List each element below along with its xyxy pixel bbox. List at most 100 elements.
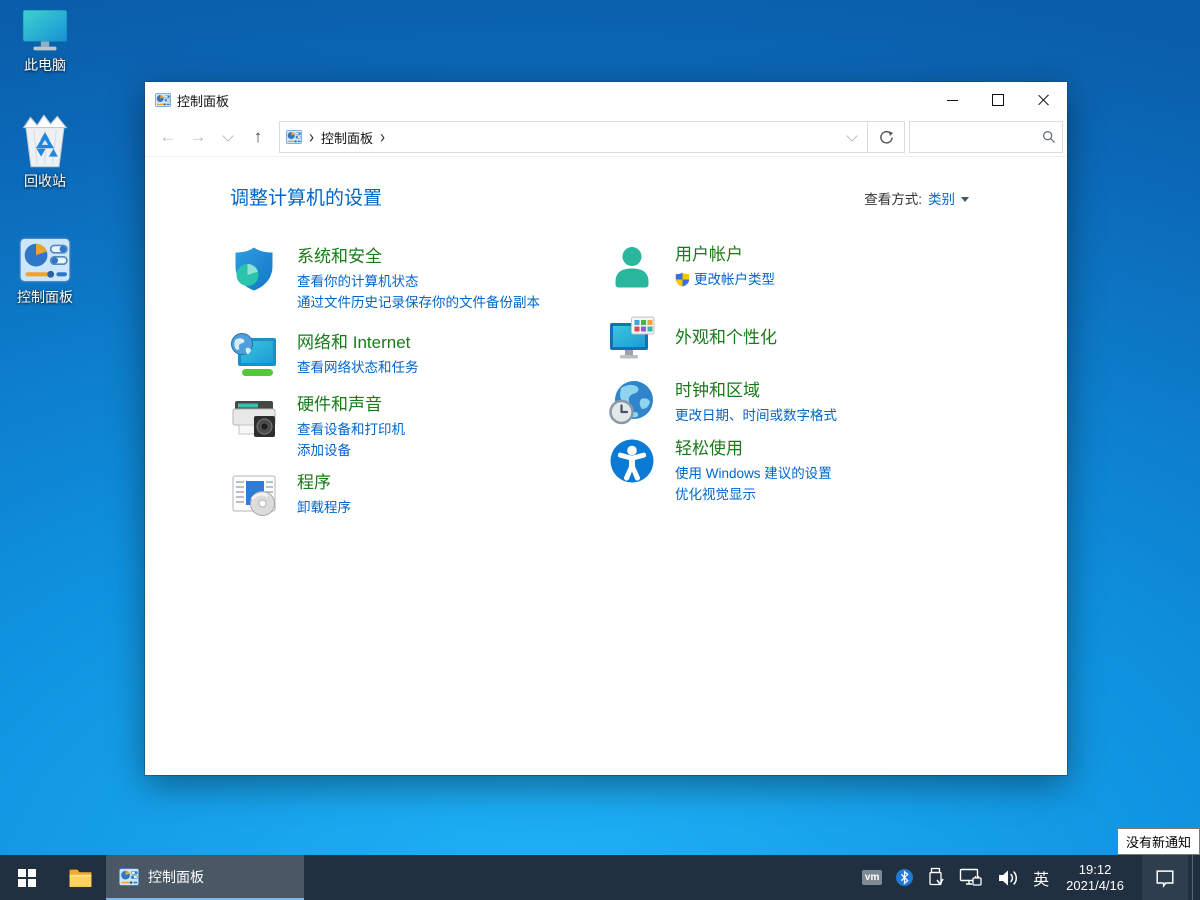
- windows-logo-icon: [18, 869, 36, 887]
- category-task-link[interactable]: 查看网络状态和任务: [297, 357, 419, 378]
- close-button[interactable]: [1021, 82, 1067, 118]
- hardware-sound-icon[interactable]: [230, 393, 278, 441]
- desktop-icon-control-panel[interactable]: 控制面板: [6, 234, 84, 306]
- desktop-icon-this-pc[interactable]: 此电脑: [6, 8, 84, 74]
- title-bar[interactable]: 控制面板: [145, 82, 1067, 118]
- breadcrumb-control-panel-icon: [286, 129, 302, 145]
- category-title[interactable]: 程序: [297, 472, 351, 494]
- page-title: 调整计算机的设置: [230, 183, 382, 210]
- category-task-link[interactable]: 更改日期、时间或数字格式: [675, 405, 837, 426]
- this-pc-icon: [19, 8, 71, 54]
- desktop-icon-recycle-bin[interactable]: 回收站: [6, 112, 84, 190]
- ease-of-access-icon[interactable]: [608, 437, 656, 485]
- search-input[interactable]: [916, 129, 1042, 146]
- ime-indicator: 英: [1033, 866, 1049, 890]
- taskbar-clock[interactable]: 19:12 2021/4/16: [1058, 862, 1132, 894]
- network-icon: [959, 868, 983, 888]
- recent-pages-button[interactable]: [213, 122, 243, 152]
- maximize-icon: [992, 94, 1004, 106]
- desktop: 此电脑 回收站 控制面板 控制面板: [0, 0, 1200, 900]
- back-button[interactable]: ←: [153, 122, 183, 152]
- usb-device-icon: [927, 867, 945, 889]
- uac-shield-icon: [675, 272, 690, 287]
- category-column-right: 用户帐户 更改帐户类型: [608, 243, 998, 505]
- recycle-bin-icon: [18, 112, 72, 170]
- category-title[interactable]: 轻松使用: [675, 438, 832, 460]
- search-icon[interactable]: [1042, 130, 1056, 144]
- system-security-icon[interactable]: [230, 245, 278, 293]
- breadcrumb-item[interactable]: 控制面板: [321, 128, 373, 147]
- clock-date: 2021/4/16: [1066, 878, 1124, 894]
- start-button[interactable]: [0, 855, 54, 900]
- file-explorer-button[interactable]: [54, 855, 106, 900]
- speaker-icon: [997, 868, 1019, 888]
- address-bar[interactable]: › 控制面板 ›: [279, 121, 868, 153]
- category-task-link-label: 更改帐户类型: [694, 269, 775, 290]
- desktop-icon-label: 此电脑: [6, 57, 84, 74]
- category-task-link[interactable]: 添加设备: [297, 440, 405, 461]
- category-hardware-sound: 硬件和声音 查看设备和打印机 添加设备: [230, 393, 602, 461]
- clock-region-icon[interactable]: [608, 379, 656, 427]
- view-by-label: 查看方式:: [864, 188, 922, 208]
- ime-language-button[interactable]: 英: [1028, 855, 1054, 900]
- show-desktop-button[interactable]: [1192, 855, 1198, 900]
- breadcrumb-separator-icon[interactable]: ›: [380, 127, 385, 147]
- refresh-button[interactable]: [868, 121, 905, 153]
- programs-icon[interactable]: [230, 471, 278, 519]
- minimize-button[interactable]: [929, 82, 975, 118]
- category-task-link[interactable]: 优化视觉显示: [675, 484, 832, 505]
- forward-icon: →: [190, 127, 207, 147]
- category-ease-of-access: 轻松使用 使用 Windows 建议的设置 优化视觉显示: [608, 437, 998, 505]
- category-programs: 程序 卸载程序: [230, 471, 602, 519]
- category-title[interactable]: 用户帐户: [675, 244, 775, 266]
- breadcrumb-separator-icon: ›: [309, 127, 314, 147]
- category-title[interactable]: 外观和个性化: [675, 327, 777, 349]
- maximize-button[interactable]: [975, 82, 1021, 118]
- usb-tray-button[interactable]: [922, 855, 950, 900]
- forward-button[interactable]: →: [183, 122, 213, 152]
- desktop-icon-label: 控制面板: [6, 289, 84, 306]
- taskbar: 控制面板 vm: [0, 855, 1200, 900]
- category-task-link[interactable]: 更改帐户类型: [675, 269, 775, 290]
- action-center-icon: [1154, 867, 1176, 889]
- action-center-button[interactable]: [1142, 855, 1188, 900]
- category-column-left: 系统和安全 查看你的计算机状态 通过文件历史记录保存你的文件备份副本 网: [230, 245, 602, 519]
- category-task-link[interactable]: 查看设备和打印机: [297, 419, 405, 440]
- category-title[interactable]: 时钟和区域: [675, 380, 837, 402]
- minimize-icon: [947, 100, 958, 101]
- file-explorer-icon: [68, 867, 93, 889]
- category-clock-region: 时钟和区域 更改日期、时间或数字格式: [608, 379, 998, 427]
- category-title[interactable]: 网络和 Internet: [297, 332, 419, 354]
- category-task-link[interactable]: 卸载程序: [297, 497, 351, 518]
- taskbar-task-control-panel[interactable]: 控制面板: [106, 855, 304, 900]
- task-label: 控制面板: [148, 867, 204, 887]
- category-task-link[interactable]: 使用 Windows 建议的设置: [675, 463, 832, 484]
- category-task-link[interactable]: 查看你的计算机状态: [297, 271, 540, 292]
- category-task-link[interactable]: 通过文件历史记录保存你的文件备份副本: [297, 292, 540, 313]
- control-panel-icon: [19, 234, 71, 286]
- desktop-icon-label: 回收站: [6, 173, 84, 190]
- navigation-toolbar: ← → ↑ › 控制面板 ›: [145, 118, 1067, 157]
- search-box[interactable]: [909, 121, 1063, 153]
- network-tray-button[interactable]: [954, 855, 988, 900]
- chevron-down-icon: [222, 130, 233, 141]
- category-appearance-personalization: 外观和个性化: [608, 315, 998, 363]
- control-panel-window: 控制面板 ← → ↑ › 控制面板 ›: [145, 82, 1067, 775]
- volume-tray-button[interactable]: [992, 855, 1024, 900]
- user-accounts-icon[interactable]: [608, 243, 656, 291]
- control-panel-home: 调整计算机的设置 查看方式: 类别 系统和安全 查看你的计算机状态: [145, 157, 1067, 775]
- appearance-personalization-icon[interactable]: [608, 315, 656, 363]
- category-title[interactable]: 硬件和声音: [297, 394, 405, 416]
- up-icon: ↑: [254, 127, 263, 147]
- view-by-dropdown-icon[interactable]: [961, 197, 969, 202]
- vmware-tray-button[interactable]: vm: [857, 855, 887, 900]
- address-dropdown-button[interactable]: [839, 135, 865, 140]
- window-control-panel-icon: [155, 92, 171, 108]
- control-panel-icon: [119, 867, 139, 887]
- bluetooth-tray-button[interactable]: [891, 855, 918, 900]
- view-by-value[interactable]: 类别: [928, 188, 955, 208]
- up-button[interactable]: ↑: [243, 122, 273, 152]
- category-title[interactable]: 系统和安全: [297, 246, 540, 268]
- chevron-down-icon: [846, 130, 857, 141]
- network-internet-icon[interactable]: [230, 331, 278, 379]
